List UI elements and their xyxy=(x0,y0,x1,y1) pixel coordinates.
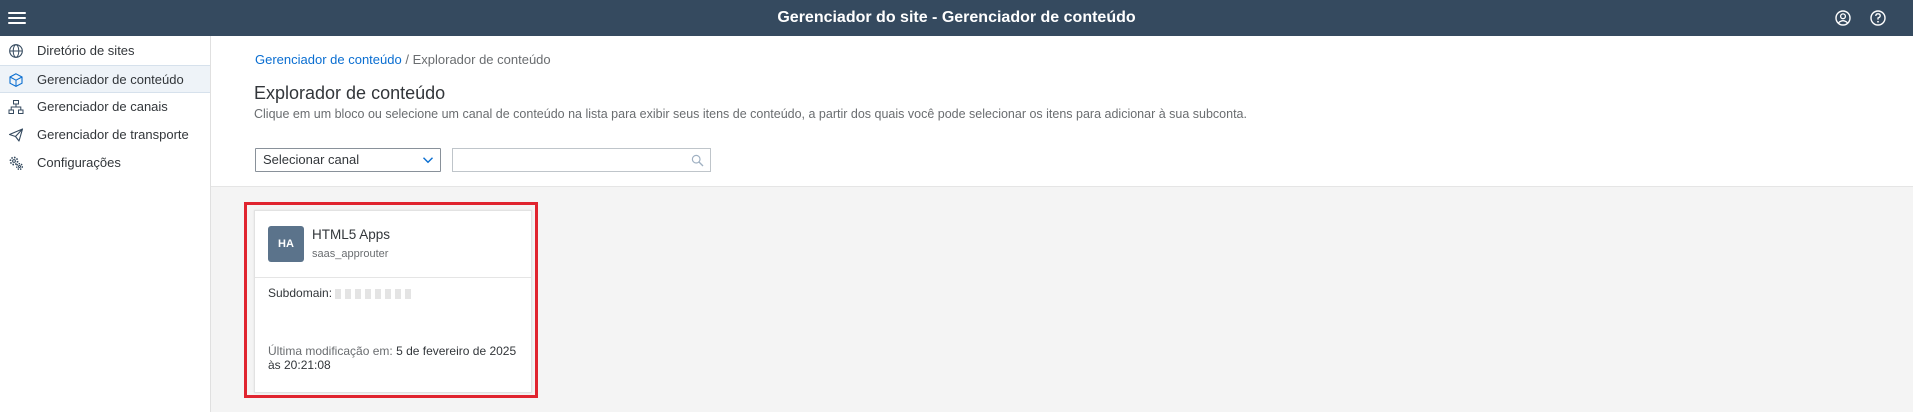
side-navigation: Diretório de sites Gerenciador de conteú… xyxy=(0,36,211,412)
breadcrumb-separator: / xyxy=(405,52,409,67)
search-field[interactable] xyxy=(452,148,711,172)
main-content: Gerenciador de conteúdo / Explorador de … xyxy=(211,36,1913,412)
sidebar-item-site-directory[interactable]: Diretório de sites xyxy=(0,37,210,65)
help-icon[interactable] xyxy=(1869,9,1887,27)
sidebar-item-label: Configurações xyxy=(37,155,121,170)
app-title: Gerenciador do site - Gerenciador de con… xyxy=(777,9,1136,26)
channel-select[interactable]: Selecionar canal xyxy=(255,148,441,172)
sidebar-item-content-manager[interactable]: Gerenciador de conteúdo xyxy=(0,65,210,93)
sidebar-item-label: Diretório de sites xyxy=(37,43,135,58)
page-header: Gerenciador de conteúdo / Explorador de … xyxy=(211,36,1913,187)
sidebar-item-label: Gerenciador de transporte xyxy=(37,127,189,142)
highlight-annotation-box xyxy=(244,202,538,398)
page-description: Clique em um bloco ou selecione um canal… xyxy=(254,107,1247,121)
search-icon[interactable] xyxy=(691,154,704,167)
page-title: Explorador de conteúdo xyxy=(254,83,446,103)
sidebar-item-settings[interactable]: Configurações xyxy=(0,149,210,177)
sidebar-item-label: Gerenciador de conteúdo xyxy=(37,72,184,87)
cube-icon xyxy=(9,73,23,88)
globe-icon xyxy=(9,44,23,58)
sidebar-item-transport-manager[interactable]: Gerenciador de transporte xyxy=(0,121,210,149)
breadcrumb: Gerenciador de conteúdo / Explorador de … xyxy=(255,52,551,67)
paper-plane-icon xyxy=(8,128,24,142)
hierarchy-icon xyxy=(8,100,24,114)
sidebar-item-channel-manager[interactable]: Gerenciador de canais xyxy=(0,93,210,121)
breadcrumb-link-content-manager[interactable]: Gerenciador de conteúdo xyxy=(255,52,402,67)
channel-select-value: Selecionar canal xyxy=(263,152,360,167)
search-input[interactable] xyxy=(453,149,673,171)
gears-icon xyxy=(9,156,23,170)
user-icon[interactable] xyxy=(1834,9,1852,27)
breadcrumb-current: Explorador de conteúdo xyxy=(412,52,551,67)
sidebar-item-label: Gerenciador de canais xyxy=(37,99,168,114)
shell-bar: Gerenciador do site - Gerenciador de con… xyxy=(0,0,1913,36)
chevron-down-icon xyxy=(423,157,433,164)
